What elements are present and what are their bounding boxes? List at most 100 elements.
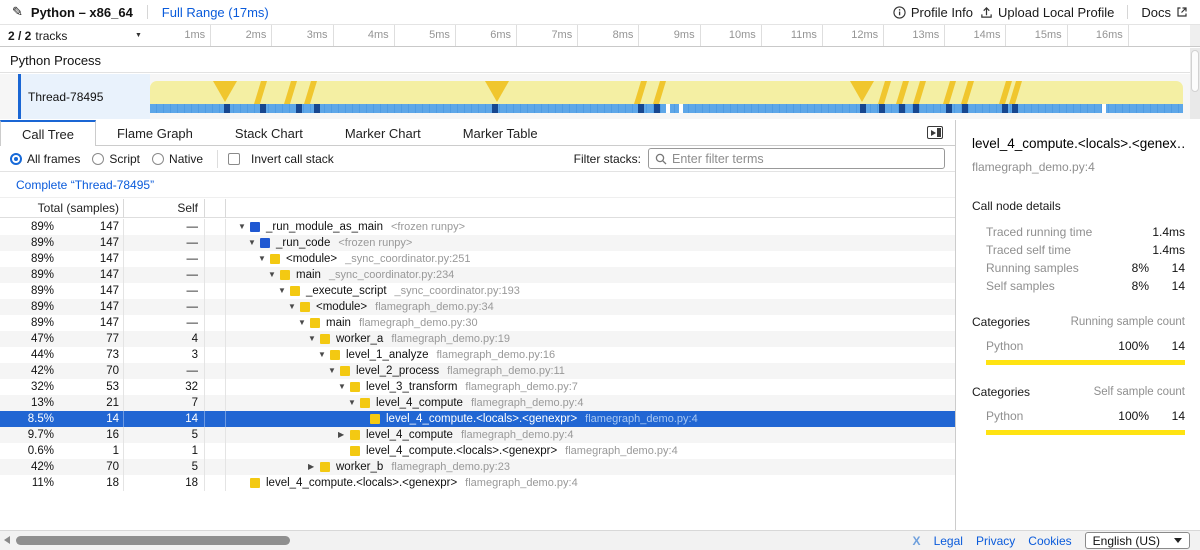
expand-collapse-icon[interactable]: ▼ [288, 299, 300, 315]
sidebar-toggle-icon[interactable] [927, 126, 943, 139]
row-total-samples: 21 [54, 395, 124, 411]
x-social-icon[interactable]: X [913, 534, 921, 548]
call-tree-row[interactable]: 89% 147 — ▼ _execute_script _sync_coordi… [0, 283, 955, 299]
row-gap-cell [205, 347, 226, 363]
expand-collapse-icon[interactable]: ▼ [238, 219, 250, 235]
call-tree: 89% 147 — ▼ _run_module_as_main <frozen … [0, 219, 955, 491]
tab-flame-graph[interactable]: Flame Graph [96, 120, 214, 145]
detail-label: Traced running time [972, 225, 1111, 239]
call-tree-row[interactable]: 89% 147 — ▼ main flamegraph_demo.py:30 [0, 315, 955, 331]
expand-collapse-icon[interactable]: ▼ [268, 267, 280, 283]
expand-collapse-icon[interactable]: ▼ [328, 363, 340, 379]
expand-collapse-icon[interactable]: ▼ [248, 235, 260, 251]
call-tree-row[interactable]: 89% 147 — ▼ _run_module_as_main <frozen … [0, 219, 955, 235]
thread-track: Thread-78495 [0, 74, 1190, 119]
scroll-left-arrow-icon[interactable] [4, 536, 10, 544]
upload-icon [980, 6, 993, 19]
call-tree-header: Total (samples) Self [0, 199, 955, 218]
row-total-percent: 13% [0, 395, 54, 411]
expand-collapse-icon[interactable]: ▼ [318, 347, 330, 363]
row-total-percent: 42% [0, 459, 54, 475]
column-header-total[interactable]: Total (samples) [0, 199, 124, 218]
row-total-percent: 89% [0, 267, 54, 283]
expand-collapse-icon[interactable]: ▼ [258, 251, 270, 267]
radio-button-icon[interactable] [152, 153, 164, 165]
process-track-header[interactable]: Python Process [0, 48, 1190, 73]
call-tree-row[interactable]: 89% 147 — ▼ <module> _sync_coordinator.p… [0, 251, 955, 267]
expand-collapse-icon[interactable]: ▶ [308, 459, 320, 475]
footer-link-privacy[interactable]: Privacy [976, 534, 1015, 548]
radio-native[interactable]: Native [152, 152, 203, 166]
docs-link[interactable]: Docs [1141, 5, 1188, 20]
call-tree-row[interactable]: 11% 18 18 level_4_compute.<locals>.<gene… [0, 475, 955, 491]
expand-collapse-icon[interactable]: ▼ [308, 331, 320, 347]
row-self-samples: — [124, 299, 205, 315]
file-location: flamegraph_demo.py:34 [375, 299, 494, 315]
row-function-cell: ▶ level_4_compute flamegraph_demo.py:4 [226, 427, 955, 443]
radio-button-icon[interactable] [92, 153, 104, 165]
file-location: flamegraph_demo.py:30 [359, 315, 478, 331]
radio-button-icon[interactable] [10, 153, 22, 165]
row-total-percent: 89% [0, 219, 54, 235]
radio-all-frames[interactable]: All frames [10, 152, 80, 166]
call-tree-row[interactable]: 42% 70 — ▼ level_2_process flamegraph_de… [0, 363, 955, 379]
call-tree-row[interactable]: 9.7% 16 5 ▶ level_4_compute flamegraph_d… [0, 427, 955, 443]
file-location: flamegraph_demo.py:19 [391, 331, 510, 347]
function-name: level_4_compute.<locals>.<genexpr> [266, 475, 457, 491]
row-gap-cell [205, 299, 226, 315]
call-tree-row[interactable]: 32% 53 32 ▼ level_3_transform flamegraph… [0, 379, 955, 395]
footer-link-cookies[interactable]: Cookies [1028, 534, 1071, 548]
call-tree-row[interactable]: 89% 147 — ▼ main _sync_coordinator.py:23… [0, 267, 955, 283]
tab-call-tree[interactable]: Call Tree [0, 120, 96, 146]
call-tree-row[interactable]: 42% 70 5 ▶ worker_b flamegraph_demo.py:2… [0, 459, 955, 475]
filter-search-box[interactable] [648, 148, 945, 169]
expand-collapse-icon[interactable]: ▼ [348, 395, 360, 411]
call-tree-row[interactable]: 89% 147 — ▼ <module> flamegraph_demo.py:… [0, 299, 955, 315]
call-tree-row[interactable]: 8.5% 14 14 level_4_compute.<locals>.<gen… [0, 411, 955, 427]
full-range-link[interactable]: Full Range (17ms) [162, 5, 269, 20]
profile-info-button[interactable]: Profile Info [893, 5, 973, 20]
thread-activity-track[interactable] [150, 79, 1190, 119]
column-header-self[interactable]: Self [124, 199, 205, 218]
timeline-scroll-thumb[interactable] [1191, 50, 1199, 92]
call-tree-row[interactable]: 0.6% 1 1 level_4_compute.<locals>.<genex… [0, 443, 955, 459]
radio-script[interactable]: Script [92, 152, 140, 166]
timeline-vertical-scrollbar[interactable] [1190, 48, 1200, 119]
tick-label: 2ms [211, 25, 272, 46]
row-gap-cell [205, 475, 226, 491]
profile-title[interactable]: Python – x86_64 [31, 5, 133, 20]
expand-collapse-icon[interactable]: ▼ [338, 379, 350, 395]
filter-stacks-group: Filter stacks: [574, 148, 945, 169]
call-tree-row[interactable]: 44% 73 3 ▼ level_1_analyze flamegraph_de… [0, 347, 955, 363]
horizontal-scroll-thumb[interactable] [16, 536, 290, 545]
category-color-swatch [250, 222, 260, 232]
upload-profile-button[interactable]: Upload Local Profile [980, 5, 1114, 20]
row-gap-cell [205, 395, 226, 411]
ruler-ticks: 1ms2ms3ms4ms5ms6ms7ms8ms9ms10ms11ms12ms1… [150, 25, 1190, 47]
breadcrumb-complete-thread[interactable]: Complete “Thread-78495” [16, 178, 154, 192]
footer-link-legal[interactable]: Legal [934, 534, 963, 548]
tick-label: 13ms [884, 25, 945, 46]
thread-track-label[interactable]: Thread-78495 [21, 74, 150, 119]
call-tree-row[interactable]: 89% 147 — ▼ _run_code <frozen runpy> [0, 235, 955, 251]
detail-row: Traced running time 1.4ms [972, 223, 1185, 241]
expand-collapse-icon[interactable]: ▼ [298, 315, 310, 331]
call-tree-row[interactable]: 13% 21 7 ▼ level_4_compute flamegraph_de… [0, 395, 955, 411]
file-location: _sync_coordinator.py:193 [395, 283, 520, 299]
invert-checkbox[interactable] [228, 153, 240, 165]
filter-stacks-input[interactable] [672, 152, 938, 166]
sample-gap [1102, 104, 1106, 113]
tab-stack-chart[interactable]: Stack Chart [214, 120, 324, 145]
edit-profile-name-icon[interactable]: ✎ [12, 4, 23, 20]
tracks-dropdown[interactable]: 2 / 2 tracks ▼ [0, 25, 150, 47]
tab-marker-chart[interactable]: Marker Chart [324, 120, 442, 145]
expand-collapse-icon[interactable]: ▶ [338, 427, 350, 443]
language-select[interactable]: English (US) [1085, 532, 1190, 549]
footer-links: X Legal Privacy Cookies English (US) [913, 531, 1190, 550]
row-total-percent: 8.5% [0, 411, 54, 427]
expand-collapse-icon[interactable]: ▼ [278, 283, 290, 299]
call-tree-row[interactable]: 47% 77 4 ▼ worker_a flamegraph_demo.py:1… [0, 331, 955, 347]
invert-call-stack-toggle[interactable]: Invert call stack [228, 152, 334, 166]
tab-marker-table[interactable]: Marker Table [442, 120, 559, 145]
filter-toolbar: All frames Script Native Invert call stack… [0, 146, 955, 172]
